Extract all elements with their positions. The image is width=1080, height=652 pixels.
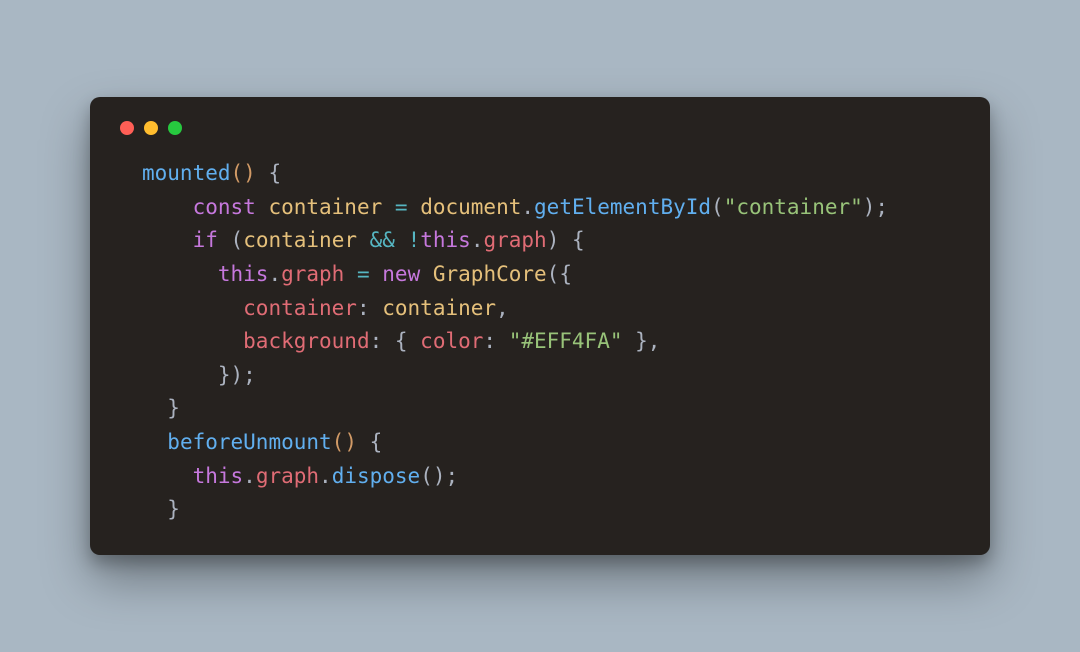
code-token: [370, 262, 383, 286]
code-token: =: [357, 262, 370, 286]
code-token: [142, 464, 193, 488]
code-token: [142, 329, 243, 353]
code-token: );: [863, 195, 888, 219]
code-token: mounted: [142, 161, 231, 185]
code-token: [408, 195, 421, 219]
code-token: this: [420, 228, 471, 252]
code-token: container: [382, 296, 496, 320]
code-token: color: [420, 329, 483, 353]
code-token: new: [382, 262, 420, 286]
code-token: [142, 296, 243, 320]
code-token: ): [547, 228, 560, 252]
code-token: .: [243, 464, 256, 488]
code-token: this: [193, 464, 244, 488]
code-token: =: [395, 195, 408, 219]
code-token: "container": [724, 195, 863, 219]
code-token: ): [243, 161, 256, 185]
code-token: [142, 262, 218, 286]
code-token: (: [231, 228, 244, 252]
code-token: dispose: [332, 464, 421, 488]
code-token: {: [357, 430, 382, 454]
code-token: [382, 195, 395, 219]
code-token: background: [243, 329, 369, 353]
window-traffic-lights: [118, 119, 962, 135]
code-token: [357, 228, 370, 252]
code-token: .: [521, 195, 534, 219]
code-token: if: [193, 228, 218, 252]
code-token: beforeUnmount: [167, 430, 331, 454]
code-token: !: [408, 228, 421, 252]
code-token: [142, 228, 193, 252]
code-token: (: [711, 195, 724, 219]
code-token: .: [471, 228, 484, 252]
code-token: .: [268, 262, 281, 286]
code-window: mounted() { const container = document.g…: [90, 97, 990, 555]
code-block: mounted() { const container = document.g…: [118, 157, 962, 527]
code-token: [395, 228, 408, 252]
close-icon[interactable]: [120, 121, 134, 135]
code-token: : {: [370, 329, 421, 353]
code-token: [218, 228, 231, 252]
minimize-icon[interactable]: [144, 121, 158, 135]
code-token: [256, 195, 269, 219]
code-token: (: [231, 161, 244, 185]
code-token: [142, 195, 193, 219]
code-token: :: [357, 296, 382, 320]
zoom-icon[interactable]: [168, 121, 182, 135]
code-token: },: [622, 329, 660, 353]
code-token: GraphCore: [433, 262, 547, 286]
code-token: const: [193, 195, 256, 219]
code-token: graph: [281, 262, 344, 286]
code-token: container: [243, 228, 357, 252]
code-token: .: [319, 464, 332, 488]
code-token: });: [142, 363, 256, 387]
code-token: }: [142, 497, 180, 521]
code-token: "#EFF4FA": [509, 329, 623, 353]
code-token: this: [218, 262, 269, 286]
code-token: graph: [483, 228, 546, 252]
code-token: [420, 262, 433, 286]
code-token: }: [142, 396, 180, 420]
code-token: ): [344, 430, 357, 454]
code-token: &&: [370, 228, 395, 252]
code-token: {: [559, 228, 584, 252]
stage: mounted() { const container = document.g…: [0, 0, 1080, 652]
code-token: [142, 430, 167, 454]
code-token: :: [483, 329, 508, 353]
code-token: graph: [256, 464, 319, 488]
code-token: container: [268, 195, 382, 219]
code-token: container: [243, 296, 357, 320]
code-token: [344, 262, 357, 286]
code-token: {: [256, 161, 281, 185]
code-token: (: [332, 430, 345, 454]
code-token: document: [420, 195, 521, 219]
code-token: ();: [420, 464, 458, 488]
code-token: ({: [547, 262, 572, 286]
code-token: getElementById: [534, 195, 711, 219]
code-token: ,: [496, 296, 509, 320]
